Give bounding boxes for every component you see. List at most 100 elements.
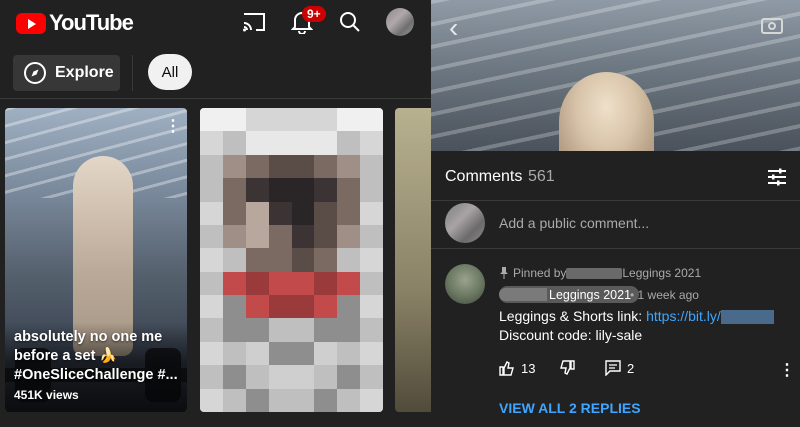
pixel-block bbox=[200, 201, 223, 225]
pixel-block bbox=[360, 154, 383, 179]
pixel-block bbox=[245, 178, 269, 202]
notifications-icon[interactable]: 9+ bbox=[288, 6, 326, 36]
more-options-icon[interactable]: ⋮ bbox=[165, 116, 181, 136]
pixel-block bbox=[291, 108, 315, 132]
pixel-block bbox=[337, 201, 361, 225]
pixel-block bbox=[268, 318, 292, 342]
pixel-block bbox=[222, 178, 246, 202]
short-card-partial[interactable] bbox=[395, 108, 431, 412]
reply-count: 2 bbox=[627, 360, 635, 376]
pixel-block bbox=[337, 131, 361, 155]
comment-more-icon[interactable]: ⋮ bbox=[779, 360, 795, 380]
sort-filter-icon[interactable] bbox=[767, 167, 787, 187]
pixel-block bbox=[200, 365, 223, 389]
pixel-block bbox=[268, 388, 292, 412]
pixel-block bbox=[314, 201, 338, 225]
pixel-block bbox=[245, 248, 269, 272]
pixel-block bbox=[245, 295, 269, 319]
comment-author[interactable]: Leggings 2021 bbox=[499, 286, 640, 303]
pixel-block bbox=[222, 224, 246, 249]
pixel-block bbox=[222, 318, 246, 342]
pixel-block bbox=[291, 131, 315, 155]
search-icon[interactable] bbox=[336, 8, 364, 36]
pixel-block bbox=[268, 341, 292, 366]
camera-icon[interactable] bbox=[761, 18, 783, 34]
add-comment-input[interactable]: Add a public comment... bbox=[499, 215, 649, 231]
top-app-bar: YouTube 9+ bbox=[0, 0, 431, 44]
watch-pane: ‹ Comments 561 Add a public comment... P… bbox=[431, 0, 800, 427]
pixel-block bbox=[200, 154, 223, 179]
short-title: absolutely no one me before a set 🍌 #One… bbox=[14, 329, 178, 383]
logo-text: YouTube bbox=[49, 10, 134, 35]
pixel-block bbox=[314, 154, 338, 179]
pixel-block bbox=[222, 365, 246, 389]
like-button[interactable]: 13 bbox=[499, 360, 535, 376]
pixel-block bbox=[245, 201, 269, 225]
pixel-block bbox=[314, 388, 338, 412]
dislike-button[interactable] bbox=[559, 360, 575, 376]
pixel-block bbox=[245, 318, 269, 342]
comment-actions: 13 2 ⋮ bbox=[499, 360, 795, 382]
pixel-block bbox=[314, 271, 338, 296]
pixel-block bbox=[314, 365, 338, 389]
pixel-block bbox=[291, 365, 315, 389]
pixel-block bbox=[360, 248, 383, 272]
cast-icon[interactable] bbox=[240, 8, 268, 36]
pixel-block bbox=[268, 248, 292, 272]
user-avatar bbox=[445, 203, 485, 243]
pixel-block bbox=[291, 224, 315, 249]
reply-button[interactable]: 2 bbox=[605, 360, 634, 376]
commenter-avatar[interactable] bbox=[445, 264, 485, 304]
chips-bar: Explore All bbox=[0, 44, 431, 99]
pixel-block bbox=[268, 201, 292, 225]
pixel-block bbox=[360, 108, 383, 132]
redacted-link bbox=[720, 310, 774, 325]
pixel-block bbox=[200, 388, 223, 412]
redacted-name bbox=[499, 288, 547, 301]
pixel-block bbox=[200, 224, 223, 249]
pixel-block bbox=[268, 295, 292, 319]
add-comment-row[interactable]: Add a public comment... bbox=[431, 201, 800, 249]
pixel-block bbox=[268, 178, 292, 202]
account-avatar[interactable] bbox=[386, 8, 414, 36]
video-player[interactable]: ‹ bbox=[431, 0, 800, 151]
pixel-block bbox=[291, 295, 315, 319]
pixel-block bbox=[337, 154, 361, 179]
pixel-block bbox=[337, 271, 361, 296]
redacted-name bbox=[566, 267, 623, 279]
chip-all[interactable]: All bbox=[148, 54, 192, 90]
pixel-block bbox=[222, 154, 246, 179]
pixel-block bbox=[314, 248, 338, 272]
pixel-block bbox=[222, 295, 246, 319]
pixel-block bbox=[200, 271, 223, 296]
pixel-block bbox=[222, 248, 246, 272]
pixel-block bbox=[245, 108, 269, 132]
pixel-block bbox=[222, 341, 246, 366]
explore-button[interactable]: Explore bbox=[13, 55, 120, 91]
pixel-block bbox=[200, 178, 223, 202]
pixel-block bbox=[360, 365, 383, 389]
back-chevron-icon[interactable]: ‹ bbox=[449, 12, 458, 44]
pixel-block bbox=[200, 341, 223, 366]
pixel-block bbox=[337, 295, 361, 319]
pixel-block bbox=[360, 295, 383, 319]
short-card[interactable]: ⋮ absolutely no one me before a set 🍌 #O… bbox=[5, 108, 187, 412]
comment-icon bbox=[605, 360, 621, 376]
pixel-block bbox=[314, 224, 338, 249]
short-card-blurred[interactable] bbox=[200, 108, 383, 412]
pixel-block bbox=[291, 201, 315, 225]
pixel-block bbox=[291, 318, 315, 342]
pixel-block bbox=[222, 131, 246, 155]
pixel-block bbox=[245, 131, 269, 155]
comment-link[interactable]: https://bit.ly/ bbox=[646, 308, 721, 324]
youtube-logo[interactable]: YouTube bbox=[16, 10, 134, 36]
pixel-block bbox=[291, 388, 315, 412]
pixel-block bbox=[200, 131, 223, 155]
pixel-block bbox=[360, 318, 383, 342]
pixel-block bbox=[222, 108, 246, 132]
pixel-block bbox=[337, 248, 361, 272]
view-replies-button[interactable]: VIEW ALL 2 REPLIES bbox=[499, 400, 641, 416]
comments-count: 561 bbox=[528, 168, 555, 185]
pixel-block bbox=[291, 248, 315, 272]
pixel-block bbox=[337, 341, 361, 366]
